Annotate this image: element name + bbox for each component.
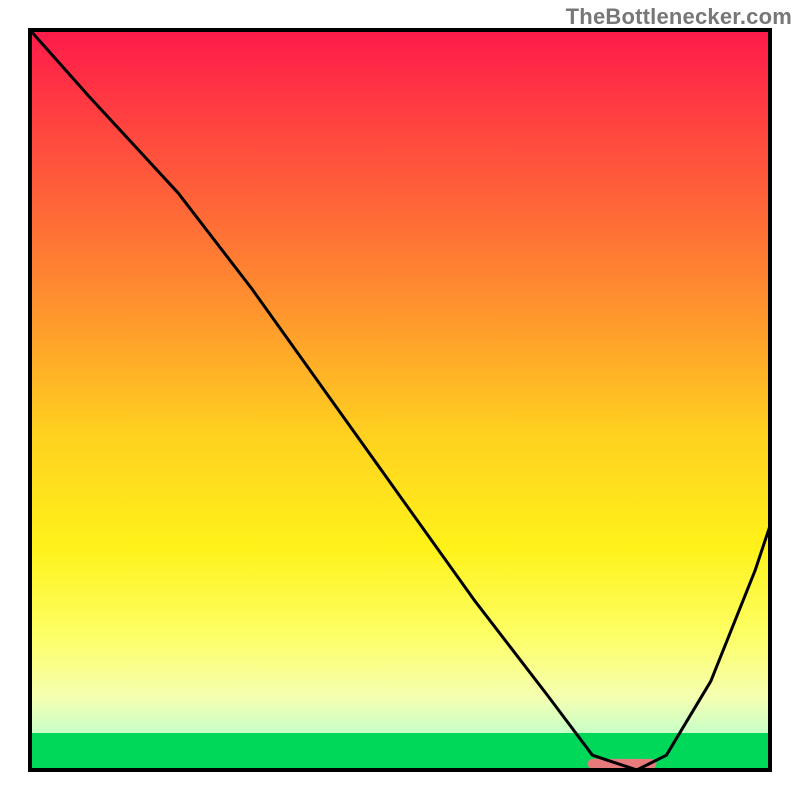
plot-area [30, 30, 770, 770]
attribution-label: TheBottlenecker.com [566, 4, 792, 30]
chart-svg [0, 0, 800, 800]
green-band [30, 733, 770, 770]
chart-container: TheBottlenecker.com [0, 0, 800, 800]
heat-gradient-rect [30, 30, 770, 770]
